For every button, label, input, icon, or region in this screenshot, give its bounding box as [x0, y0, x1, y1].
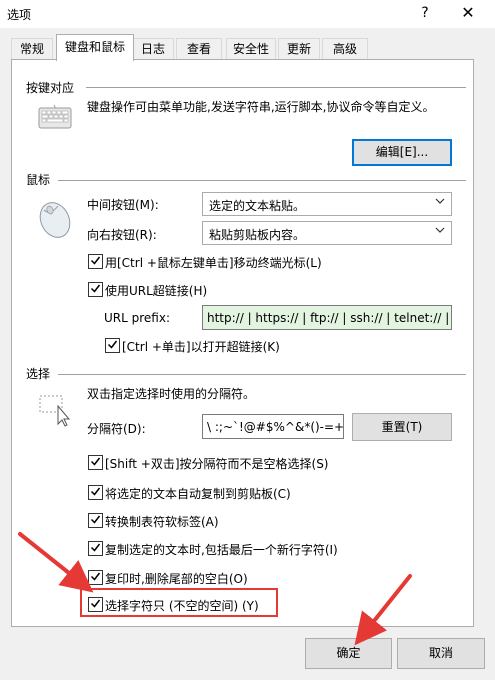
annotation-arrow-left [18, 532, 94, 593]
annotation-arrows [18, 532, 412, 646]
tab-keyboard-mouse[interactable]: 键盘和鼠标 [56, 34, 134, 61]
annotation-arrow-right [354, 574, 412, 646]
